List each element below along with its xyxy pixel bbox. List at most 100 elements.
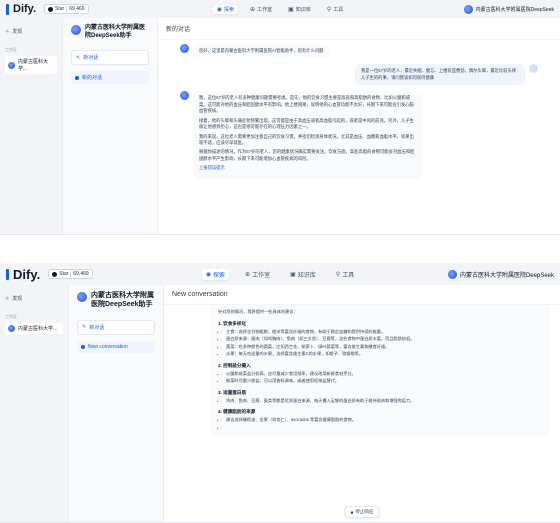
screenshot-bottom: Dify. Star 69,469 ◉ 探索 ⊕ 工作室 ▣ 知识库 ⚲ 工具 内蒙古医… (0, 263, 560, 523)
app-avatar-icon (8, 61, 15, 69)
sidebar-explore-label: 发现 (12, 296, 23, 302)
stop-responding-button[interactable]: ■ 停止响应 (344, 506, 380, 518)
nav-knowledge-label: 知识库 (297, 272, 316, 279)
left-sidebar: ✧ 发现 工作区 内蒙古医科大学... (0, 285, 68, 522)
user-avatar (447, 269, 457, 279)
github-star-button[interactable]: Star 69,469 (48, 269, 93, 279)
chat-thread: 您好，这里是内蒙古医科大学附属医院AI智能助手，您有什么问题 我是一位67岁的老… (158, 38, 560, 234)
nav-explore[interactable]: ◉ 探索 (212, 4, 239, 14)
knowledge-icon: ▣ (290, 271, 296, 278)
conversation-item[interactable]: New conversation (77, 340, 155, 353)
nav-knowledge[interactable]: ▣ 知识库 (284, 5, 315, 14)
app-header: 内蒙古医科大学附属医院DeepSeek助手 (77, 291, 155, 310)
user-avatar-small (529, 64, 538, 74)
reply-more-link[interactable]: 上报错误提示 (199, 165, 417, 171)
sidebar-item-workspace-app[interactable]: 内蒙古医科大学... (5, 56, 57, 74)
list-item: 鸡肉、鱼肉、豆腐、蛋类等都是优质蛋白来源，每天摄入足够的蛋白质有助于维持肌肉和增… (226, 398, 542, 405)
chat-main: 新的对话 您好，这里是内蒙古医科大学附属医院AI智能助手，您有什么问题 我是一位… (158, 18, 560, 234)
sidebar-explore[interactable]: ✧ 发现 (5, 28, 57, 36)
list-item-empty (226, 425, 542, 432)
new-chat-label: 新对话 (89, 324, 105, 331)
conversation-sidebar: 内蒙古医科大学附属医院DeepSeek助手 ✎ 新对话 新的对话 (62, 18, 158, 234)
section-list: 建议选择橄榄油、坚果（如杏仁）、avocados 等富含健康脂肪的食物。 (218, 417, 542, 431)
chat-bubble-icon (81, 344, 85, 349)
nav-tools-label: 工具 (333, 6, 344, 13)
section-heading: 2. 控制盐分摄入 (218, 362, 251, 368)
section-list: 主食：选择全谷物粗粮，糙米等富含纤维的食物，有助于稳定血糖和提供持续的能量。 蛋… (218, 329, 542, 358)
conversation-sidebar: 内蒙古医科大学附属医院DeepSeek助手 ✎ 新对话 New conversat… (68, 285, 164, 522)
app-avatar (77, 292, 87, 302)
reply-paragraph: 嗯，这位67岁的老人有多种健康问题需要考虑。首先，他的饮食习惯主要是高盐和高脂肪… (199, 95, 414, 114)
new-chat-button[interactable]: ✎ 新对话 (71, 50, 149, 66)
app-name: 内蒙古医科大学附属医院DeepSeek助手 (85, 25, 146, 40)
nav-tools[interactable]: ⚲ 工具 (323, 5, 347, 14)
user-name: 内蒙古医科大学附属医院DeepSeek (475, 6, 554, 13)
user-menu[interactable]: 内蒙古医科大学附属医院DeepSeek (463, 4, 554, 14)
explore-icon: ◉ (205, 271, 212, 278)
sidebar-item-workspace-app[interactable]: 内蒙古医科大学... (5, 323, 63, 334)
list-item: 主食：选择全谷物粗粮，糙米等富含纤维的食物，有助于稳定血糖和提供持续的能量。 (226, 329, 542, 336)
edit-icon: ✎ (82, 324, 87, 331)
section-heading: 4. 健康脂肪的来源 (218, 409, 256, 415)
left-sidebar: ✧ 发现 工作区 内蒙古医科大学... (0, 18, 62, 234)
github-star-label: Star (55, 6, 65, 12)
studio-icon: ⊕ (250, 6, 256, 13)
nav-explore[interactable]: ◉ 探索 (201, 268, 230, 280)
explore-icon: ◉ (216, 6, 223, 13)
user-avatar (463, 4, 473, 14)
nav-studio[interactable]: ⊕ 工作室 (241, 269, 274, 280)
tools-icon: ⚲ (335, 271, 341, 278)
bot-message: 您好，这里是内蒙古医科大学附属医院AI智能助手，您有什么问题 (180, 44, 538, 59)
section-heading: 3. 适量蛋白质 (218, 389, 247, 395)
brand-logo[interactable]: Dify. (6, 3, 36, 15)
brand-logo[interactable]: Dify. (6, 267, 40, 282)
github-icon (52, 271, 58, 277)
nav-tools-label: 工具 (342, 272, 355, 279)
section-list: 鸡肉、鱼肉、豆腐、蛋类等都是优质蛋白来源，每天摄入足够的蛋白质有助于维持肌肉和增… (218, 398, 542, 405)
bot-reply-bubble: 嗯，这位67岁的老人有多种健康问题需要考虑。首先，他的饮食习惯主要是高盐和高脂肪… (193, 91, 423, 179)
studio-icon: ⊕ (245, 271, 251, 278)
nav-studio[interactable]: ⊕ 工作室 (246, 5, 276, 14)
app-avatar-icon (8, 325, 15, 332)
section-list: 火腿和咸菜盐分较高，应尽量减少食用频率，建议改用新鲜食材烹饪。 做菜时尽量少放盐… (218, 371, 542, 385)
bot-avatar (180, 91, 189, 101)
github-star-count: 69,469 (66, 6, 85, 12)
conversation-item-label: 新的对话 (82, 75, 103, 82)
reply-paragraph: 根据你描述的情况，作为67岁的老人，您的健康状况确实需要关注。饮食方面，高盐高脂… (199, 149, 415, 161)
logo-mark-icon (6, 3, 9, 15)
sidebar-explore[interactable]: ✧ 发现 (5, 295, 63, 303)
github-icon (48, 6, 54, 12)
top-bar: Dify. Star 69,469 ◉ 探索 ⊕ 工作室 ▣ 知识库 ⚲ 工具 内蒙古医… (0, 0, 560, 18)
chat-thread: 针对您的情况，我将提供一些具体的建议： 1. 饮食多样化 主食：选择全谷物粗粮，… (164, 305, 560, 522)
workspace-section-title: 工作区 (5, 314, 17, 319)
separator-gap (0, 235, 560, 263)
top-bar: Dify. Star 69,469 ◉ 探索 ⊕ 工作室 ▣ 知识库 ⚲ 工具 内蒙古医… (0, 263, 560, 285)
conversation-title: New conversation (164, 285, 560, 305)
chat-main: New conversation 针对您的情况，我将提供一些具体的建议： 1. … (164, 285, 560, 522)
user-message-text: 我是一位67岁的老人，最近失眠、健忘、上楼有些费劲，偶尔头晕，最近比较头疼儿子生… (355, 64, 525, 86)
workspace-section-title: 工作区 (5, 47, 17, 52)
main-nav: ◉ 探索 ⊕ 工作室 ▣ 知识库 ⚲ 工具 (201, 268, 358, 280)
github-star-button[interactable]: Star 69,469 (44, 4, 89, 14)
nav-knowledge[interactable]: ▣ 知识库 (286, 269, 320, 280)
stop-label: 停止响应 (355, 509, 374, 514)
tools-icon: ⚲ (326, 6, 332, 13)
user-menu[interactable]: 内蒙古医科大学附属医院DeepSeek (447, 269, 554, 279)
conversation-item[interactable]: 新的对话 (71, 71, 149, 85)
edit-icon: ✎ (76, 54, 81, 61)
new-chat-button[interactable]: ✎ 新对话 (77, 319, 155, 335)
app-avatar (71, 25, 81, 35)
list-item: 水果：每天吃适量的水果，选择富含维生素C的水果，如橙子、猕猴桃等。 (226, 351, 542, 358)
user-name: 内蒙古医科大学附属医院DeepSeek (459, 272, 554, 279)
nav-studio-label: 工作室 (257, 6, 273, 13)
app-header: 内蒙古医科大学附属医院DeepSeek助手 (71, 24, 149, 40)
main-nav: ◉ 探索 ⊕ 工作室 ▣ 知识库 ⚲ 工具 (212, 4, 347, 14)
user-message: 我是一位67岁的老人，最近失眠、健忘、上楼有些费劲，偶尔头晕，最近比较头疼儿子生… (180, 64, 538, 86)
bot-long-reply: 针对您的情况，我将提供一些具体的建议： 1. 饮食多样化 主食：选择全谷物粗粮，… (210, 305, 550, 437)
compass-icon: ✧ (5, 295, 10, 302)
section-heading: 1. 饮食多样化 (218, 320, 247, 326)
nav-tools[interactable]: ⚲ 工具 (332, 269, 358, 280)
list-item: 蛋白质来源：瘦肉（如鸡胸肉）、鱼肉（如三文鱼）、豆腐等，这些食物中蛋白质丰富，而… (226, 336, 542, 343)
nav-studio-label: 工作室 (252, 272, 271, 279)
reply-intro: 针对您的情况，我将提供一些具体的建议： (218, 309, 298, 314)
